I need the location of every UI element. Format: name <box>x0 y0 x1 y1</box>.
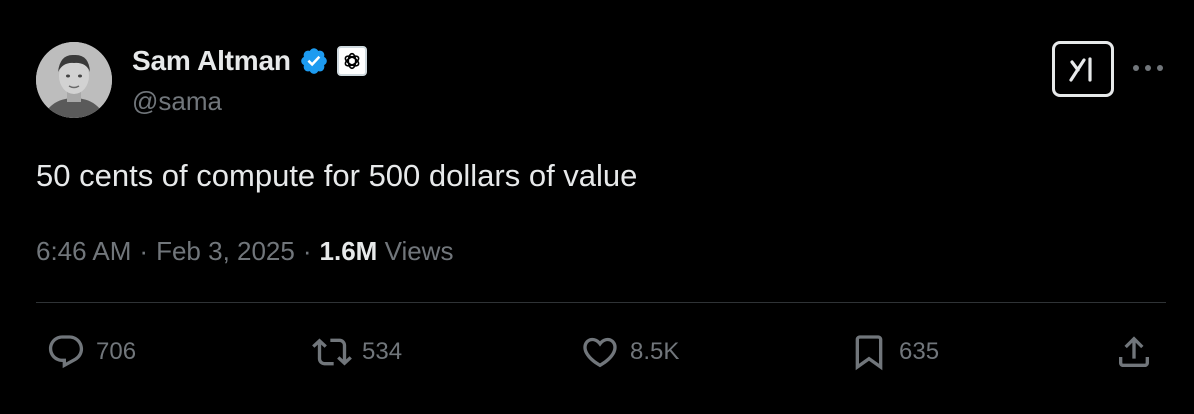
repost-button[interactable]: 534 <box>312 332 402 372</box>
grok-glyph <box>1069 57 1092 82</box>
reply-icon <box>48 335 84 369</box>
repost-icon <box>312 338 352 366</box>
avatar-photo <box>36 42 112 118</box>
more-icon[interactable] <box>1128 50 1168 86</box>
meta-separator: · <box>302 236 312 266</box>
author-name[interactable]: Sam Altman <box>132 45 291 77</box>
repost-count: 534 <box>362 338 403 365</box>
openai-logo-icon[interactable] <box>336 46 367 76</box>
grok-icon[interactable] <box>1052 41 1114 97</box>
reply-count: 706 <box>96 338 137 365</box>
meta-separator: · <box>139 236 149 266</box>
divider <box>36 302 1166 303</box>
avatar[interactable] <box>36 42 112 118</box>
views-label: Views <box>384 236 454 266</box>
author-row: Sam Altman <box>132 44 367 78</box>
views-count[interactable]: 1.6M <box>320 236 378 266</box>
tweet-meta: 6:46 AM · Feb 3, 2025 · 1.6M Views <box>36 236 453 267</box>
verified-badge-icon[interactable] <box>299 46 329 76</box>
tweet-text: 50 cents of compute for 500 dollars of v… <box>36 158 638 193</box>
like-count: 8.5K <box>630 338 680 365</box>
share-button[interactable] <box>1114 332 1154 372</box>
bookmark-count: 635 <box>899 338 940 365</box>
tweet-date[interactable]: Feb 3, 2025 <box>156 236 295 266</box>
bookmark-icon <box>855 335 883 371</box>
more-dots <box>1133 65 1163 71</box>
share-icon <box>1119 336 1149 367</box>
bookmark-button[interactable]: 635 <box>849 332 939 372</box>
openai-logo-glyph <box>344 52 360 70</box>
reply-button[interactable]: 706 <box>46 332 136 372</box>
like-button[interactable]: 8.5K <box>580 332 679 372</box>
heart-icon <box>583 337 617 368</box>
author-handle[interactable]: @sama <box>132 86 222 117</box>
tweet-time[interactable]: 6:46 AM <box>36 236 131 266</box>
